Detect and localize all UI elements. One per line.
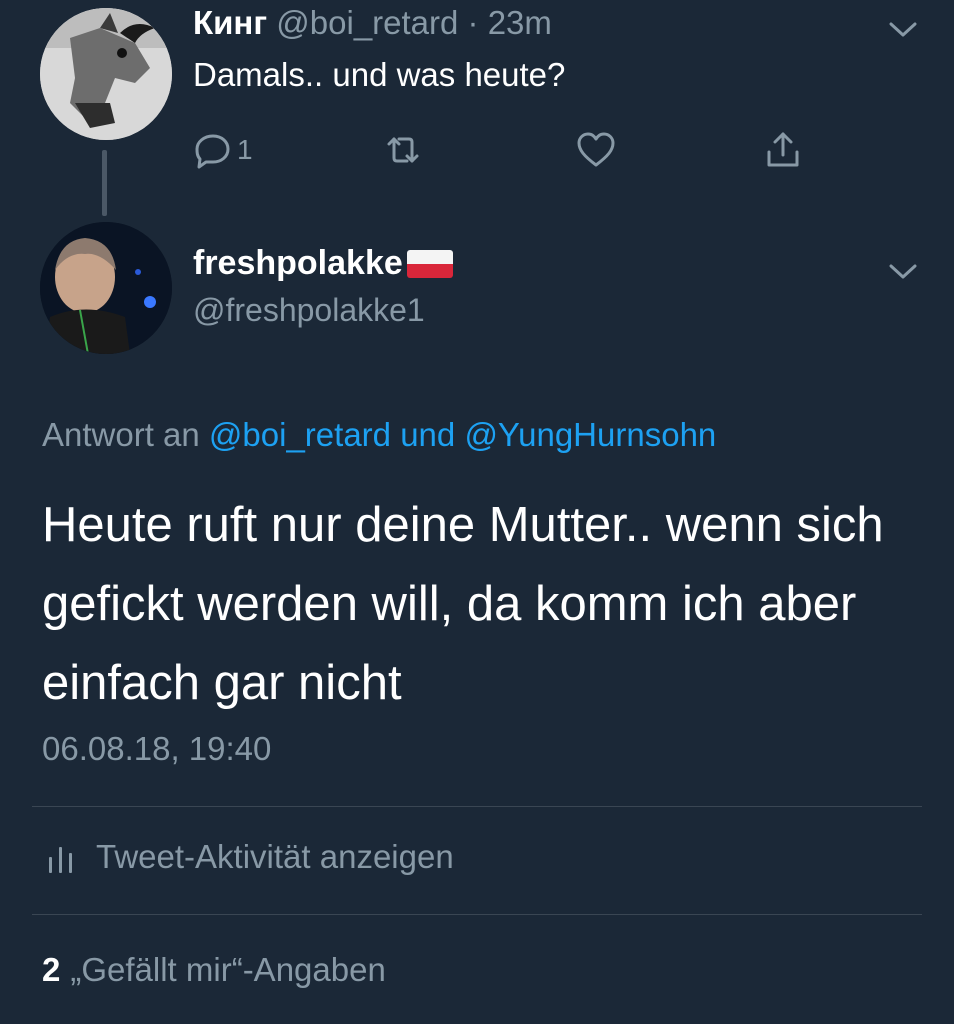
reply-context: Antwort an @boi_retard und @YungHurnsohn [42, 416, 716, 454]
divider [32, 806, 922, 807]
activity-chart-icon [49, 847, 72, 873]
poland-flag-icon [406, 249, 453, 278]
reply-mention-1[interactable]: @boi_retard [209, 416, 391, 453]
share-icon [767, 132, 799, 167]
reply-and: und [400, 416, 456, 453]
likes-count: 2 [42, 951, 61, 988]
reply-icon [195, 134, 230, 169]
like-button[interactable] [576, 128, 616, 172]
reply-mention-2[interactable]: @YungHurnsohn [464, 416, 716, 453]
like-icon [577, 132, 615, 167]
tweet-timestamp: 06.08.18, 19:40 [42, 730, 272, 767]
parent-author-name[interactable]: Кинг [193, 4, 267, 41]
likes-label: „Gefällt mir“-Angaben [70, 951, 386, 988]
parent-author[interactable]: Кинг @boi_retard · 23m [193, 4, 552, 42]
avatar-parent[interactable] [40, 8, 172, 140]
parent-handle-time: @boi_retard · 23m [276, 4, 552, 41]
chevron-down-icon[interactable] [886, 254, 920, 288]
chevron-down-icon[interactable] [886, 12, 920, 46]
reply-count: 1 [237, 134, 253, 165]
likes-summary[interactable]: 2 „Gefällt mir“-Angaben [42, 951, 386, 989]
parent-tweet-text: Damals.. und was heute? [193, 56, 566, 93]
reply-button[interactable]: 1 [193, 128, 253, 172]
retweet-icon [387, 137, 419, 163]
reply-prefix: Antwort an [42, 416, 200, 453]
tweet-activity-label[interactable]: Tweet-Aktivität anzeigen [96, 838, 454, 876]
main-author-handle[interactable]: @freshpolakke1 [193, 292, 425, 329]
main-author-name[interactable]: freshpolakke [193, 244, 403, 283]
tweet-activity-button[interactable]: Tweet-Aktivität anzeigen [48, 838, 454, 876]
thread-connector [102, 150, 107, 216]
divider [32, 914, 922, 915]
main-tweet-text: Heute ruft nur deine Mutter.. wenn sich … [42, 498, 884, 710]
share-button[interactable] [763, 128, 803, 172]
main-author[interactable]: freshpolakke [193, 244, 453, 283]
avatar-main[interactable] [40, 222, 172, 354]
retweet-button[interactable] [383, 128, 423, 172]
